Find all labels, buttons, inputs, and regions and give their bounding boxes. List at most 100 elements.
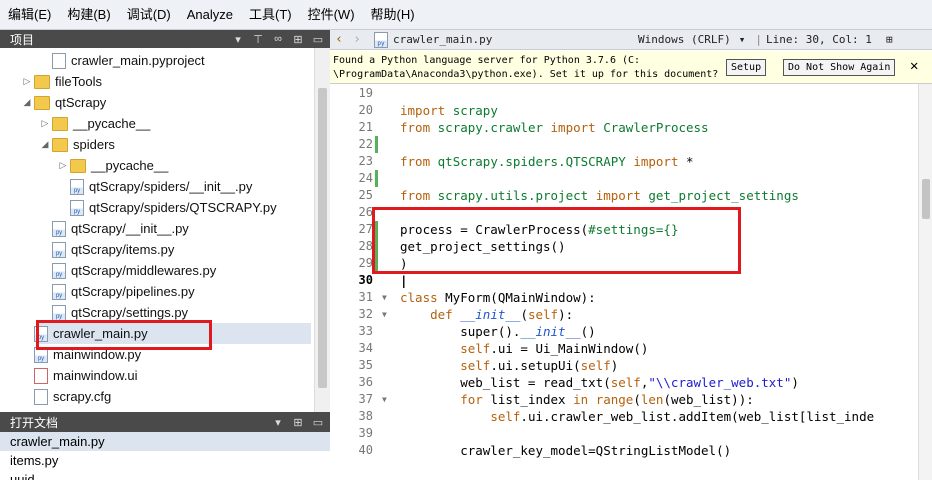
- menu-item[interactable]: 调试(D): [119, 0, 179, 30]
- code-token: "\\crawler_web.txt": [648, 375, 792, 390]
- open-docs-title: 打开文档: [10, 415, 59, 430]
- ui-file-icon: [34, 367, 48, 384]
- code-area[interactable]: 19 20 import scrapy 21 from scrapy.crawler i…: [330, 84, 932, 480]
- close-panel-icon[interactable]: ▭: [310, 32, 326, 46]
- menu-item[interactable]: 构建(B): [59, 0, 118, 30]
- code-line[interactable]: 40 crawler_key_model=QStringListModel(): [330, 442, 932, 459]
- code-token: ): [791, 375, 799, 390]
- code-token: self: [610, 375, 641, 390]
- line-number: 20: [358, 103, 373, 117]
- back-icon[interactable]: ‹: [330, 32, 348, 47]
- menu-item[interactable]: 控件(W): [300, 0, 363, 30]
- code-line[interactable]: 34 self.ui = Ui_MainWindow(): [330, 340, 932, 357]
- tree-item[interactable]: py qtScrapy/middlewares.py: [52, 260, 216, 281]
- code-line[interactable]: 19: [330, 85, 932, 102]
- code-line[interactable]: 23 from qtScrapy.spiders.QTSCRAPY import …: [330, 153, 932, 170]
- tree-item-label: qtScrapy/__init__.py: [71, 221, 189, 236]
- tree-item[interactable]: crawler_main.pyproject: [52, 50, 205, 71]
- code-line[interactable]: 37 ▼ for list_index in range(len(web_list…: [330, 391, 932, 408]
- tree-item[interactable]: ▷ __pycache__: [60, 155, 169, 176]
- tree-item-label: qtScrapy/pipelines.py: [71, 284, 195, 299]
- project-tree-scrollbar[interactable]: [314, 48, 330, 428]
- code-line[interactable]: 32 ▼ def __init__(self):: [330, 306, 932, 323]
- tree-item[interactable]: py qtScrapy/pipelines.py: [52, 281, 195, 302]
- split-icon[interactable]: ⊞: [290, 32, 306, 46]
- tree-item[interactable]: ▷ __pycache__: [42, 113, 151, 134]
- menu-item[interactable]: 帮助(H): [363, 0, 423, 30]
- code-token: self: [580, 358, 611, 373]
- tree-item[interactable]: mainwindow.ui: [34, 365, 138, 386]
- line-number: 27: [358, 222, 373, 236]
- menu-item[interactable]: Analyze: [179, 0, 241, 30]
- close-icon[interactable]: ✕: [910, 58, 918, 74]
- code-line[interactable]: 33 super().__init__(): [330, 323, 932, 340]
- code-text: from scrapy.utils.project import get_pro…: [400, 187, 799, 204]
- tree-item[interactable]: py qtScrapy/spiders/__init__.py: [70, 176, 252, 197]
- fold-arrow-icon[interactable]: ▼: [382, 289, 387, 306]
- open-doc-item[interactable]: items.py: [0, 451, 330, 470]
- expand-arrow-icon[interactable]: ▷: [20, 76, 34, 87]
- line-ending-selector[interactable]: Windows (CRLF): [638, 33, 731, 46]
- code-token: scrapy.crawler: [437, 120, 551, 135]
- menu-item[interactable]: 工具(T): [241, 0, 300, 30]
- code-line[interactable]: 36 web_list = read_txt(self,"\\crawler_w…: [330, 374, 932, 391]
- chevron-down-icon[interactable]: ▾: [230, 32, 246, 46]
- code-token: from: [400, 188, 438, 203]
- code-line[interactable]: 39: [330, 425, 932, 442]
- forward-icon[interactable]: ›: [348, 32, 366, 47]
- cursor-position[interactable]: Line: 30, Col: 1: [766, 33, 872, 46]
- fold-arrow-icon[interactable]: ▼: [382, 306, 387, 323]
- setup-button[interactable]: Setup: [726, 59, 767, 76]
- code-line[interactable]: 30 |: [330, 272, 932, 289]
- menu-item[interactable]: 编辑(E): [0, 0, 59, 30]
- tree-item[interactable]: scrapy.cfg: [34, 386, 111, 407]
- tree-item[interactable]: ▷ fileTools: [24, 71, 102, 92]
- expand-arrow-icon[interactable]: ▷: [38, 118, 52, 129]
- code-token: CrawlerProcess: [603, 120, 709, 135]
- split-icon[interactable]: ⊞: [290, 415, 306, 429]
- do-not-show-again-button[interactable]: Do Not Show Again: [783, 59, 896, 76]
- tree-item[interactable]: py qtScrapy/__init__.py: [52, 218, 189, 239]
- code-line[interactable]: 20 import scrapy: [330, 102, 932, 119]
- change-marker: [375, 170, 378, 187]
- split-editor-icon[interactable]: ⊞: [886, 33, 893, 46]
- code-line[interactable]: 31 ▼ class MyForm(QMainWindow):: [330, 289, 932, 306]
- tree-item[interactable]: py qtScrapy/items.py: [52, 239, 174, 260]
- code-token: import: [550, 120, 604, 135]
- notice-text-2: \ProgramData\Anaconda3\python.exe). Set …: [333, 69, 719, 80]
- tree-item[interactable]: ◢ spiders: [42, 134, 115, 155]
- link-icon[interactable]: ∞: [270, 32, 286, 46]
- tree-item[interactable]: py qtScrapy/spiders/QTSCRAPY.py: [70, 197, 277, 218]
- code-line[interactable]: 22: [330, 136, 932, 153]
- code-line[interactable]: 38 self.ui.crawler_web_list.addItem(web_…: [330, 408, 932, 425]
- tree-item-label: __pycache__: [91, 158, 169, 173]
- scroll-thumb[interactable]: [922, 179, 930, 219]
- filter-icon[interactable]: ⊤: [250, 32, 266, 46]
- chevron-down-icon[interactable]: ▾: [270, 415, 286, 429]
- code-line[interactable]: 35 self.ui.setupUi(self): [330, 357, 932, 374]
- expand-arrow-icon[interactable]: ◢: [20, 97, 34, 108]
- editor-scrollbar[interactable]: [918, 84, 932, 480]
- open-doc-item[interactable]: uuid: [0, 470, 330, 480]
- code-token: import: [633, 154, 686, 169]
- fold-arrow-icon[interactable]: ▼: [382, 391, 387, 408]
- close-panel-icon[interactable]: ▭: [310, 415, 326, 429]
- highlight-box-code: [372, 207, 741, 274]
- code-text: super().__init__(): [400, 323, 596, 340]
- code-line[interactable]: 25 from scrapy.utils.project import get_p…: [330, 187, 932, 204]
- expand-arrow-icon[interactable]: ◢: [38, 139, 52, 150]
- code-line[interactable]: 21 from scrapy.crawler import CrawlerProc…: [330, 119, 932, 136]
- chevron-down-icon[interactable]: ▾: [739, 33, 746, 46]
- python-file-icon: py: [52, 220, 66, 237]
- scroll-thumb[interactable]: [318, 88, 327, 388]
- tree-item[interactable]: ◢ qtScrapy: [24, 92, 107, 113]
- code-token: len: [640, 392, 664, 407]
- folder-icon: [52, 137, 68, 152]
- expand-arrow-icon[interactable]: ▷: [56, 160, 70, 171]
- document-name[interactable]: crawler_main.py: [393, 33, 618, 46]
- open-doc-item[interactable]: crawler_main.py: [0, 432, 330, 451]
- code-line[interactable]: 24: [330, 170, 932, 187]
- code-token: __init__: [520, 324, 581, 339]
